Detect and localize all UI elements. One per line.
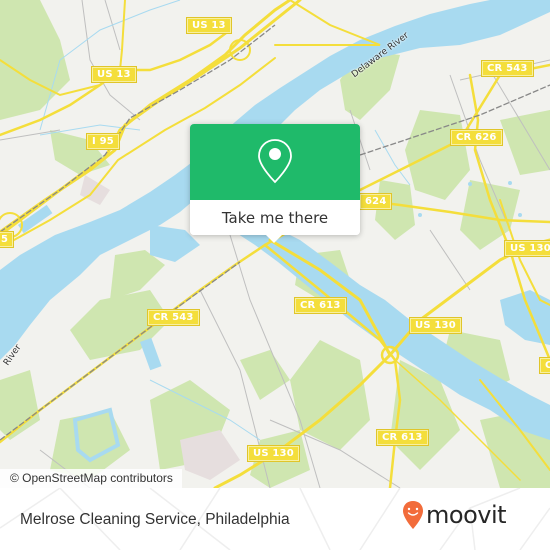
location-popup: Take me there: [190, 124, 360, 235]
road-shield-cr613: CR 613: [294, 297, 347, 314]
place-title: Melrose Cleaning Service, Philadelphia: [20, 511, 290, 528]
take-me-there-button[interactable]: Take me there: [190, 200, 360, 235]
map-view[interactable]: US 13 US 13 I 95 CR 543 CR 626 624 US 13…: [0, 0, 550, 488]
road-shield-cr543: CR 543: [481, 60, 534, 77]
road-shield-us13: US 13: [186, 17, 232, 34]
map-attribution[interactable]: © OpenStreetMap contributors: [0, 469, 182, 488]
map-pin-icon: [258, 139, 292, 184]
moovit-logo[interactable]: moovit: [402, 500, 507, 530]
road-shield-i95: I 95: [86, 133, 120, 150]
road-shield-edge: C: [539, 357, 550, 374]
moovit-wordmark: moovit: [426, 501, 507, 529]
map-base-layer: [0, 0, 550, 488]
road-shield-cr613: CR 613: [376, 429, 429, 446]
footer-bar: Melrose Cleaning Service, Philadelphia m…: [0, 488, 550, 550]
moovit-pin-icon: [403, 501, 423, 529]
road-shield-edge: 5: [0, 231, 15, 248]
popup-pointer: [265, 234, 283, 243]
road-shield-us130: US 130: [409, 317, 462, 334]
road-shield-us130: US 130: [504, 240, 550, 257]
road-shield-us13: US 13: [91, 66, 137, 83]
road-shield-cr543: CR 543: [147, 309, 200, 326]
road-shield-us130: US 130: [247, 445, 300, 462]
road-shield-cr624: 624: [358, 193, 393, 210]
popup-header: [190, 124, 360, 200]
road-shield-cr626: CR 626: [450, 129, 503, 146]
